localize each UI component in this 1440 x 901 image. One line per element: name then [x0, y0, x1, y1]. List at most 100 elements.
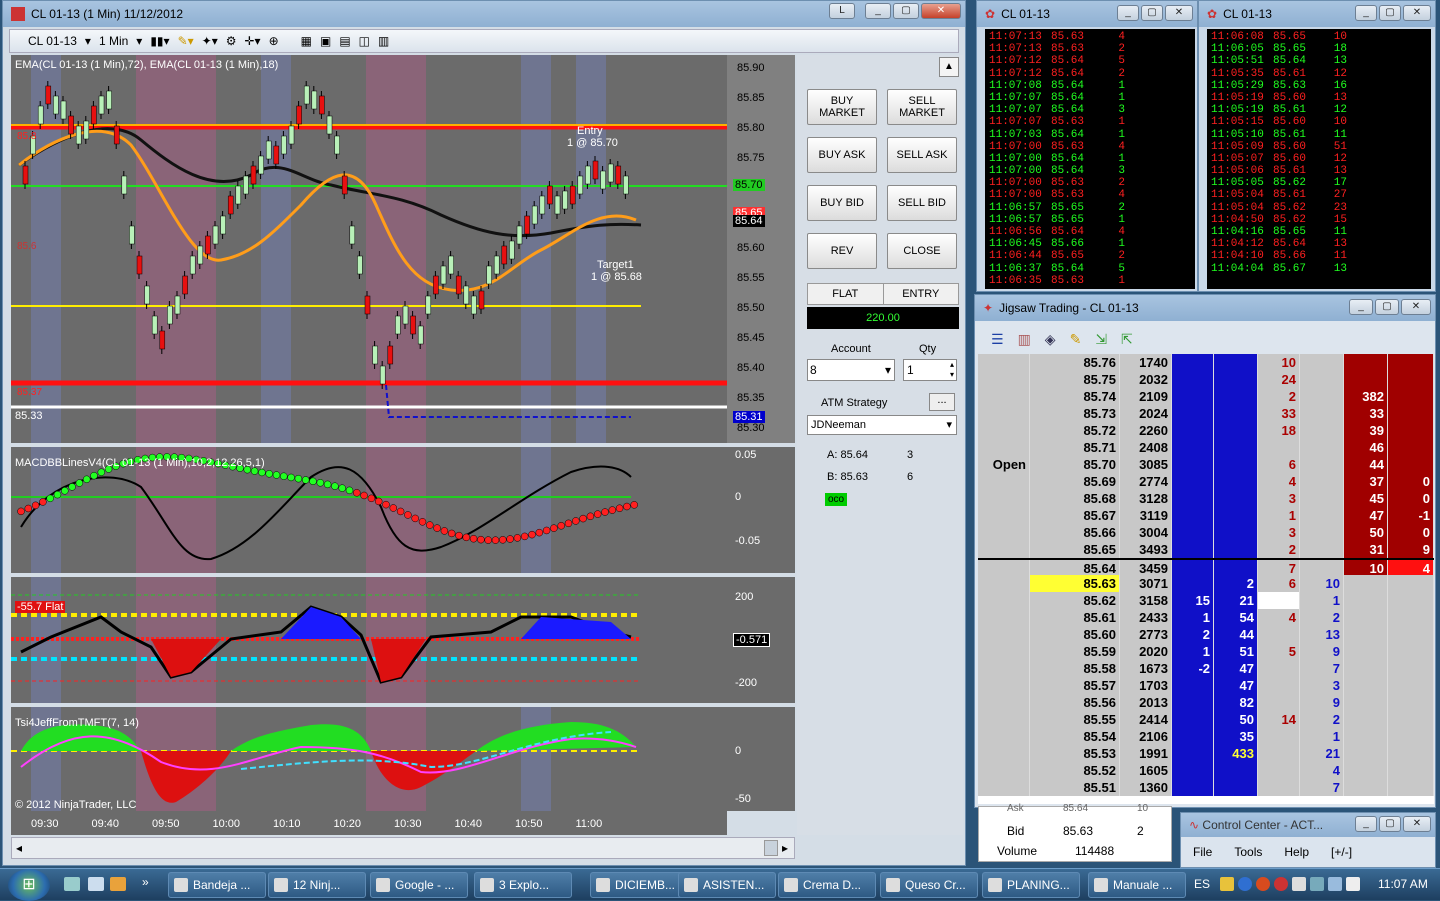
ladder-sells[interactable]: 4: [1258, 473, 1300, 490]
ladder-row[interactable]: 85.73 2024 33 33: [978, 405, 1434, 422]
horizontal-scrollbar[interactable]: ◂ ▸: [11, 837, 795, 859]
qty-stepper[interactable]: 1 ▴ ▾: [903, 359, 957, 381]
jigsaw-close[interactable]: ✕: [1401, 299, 1431, 315]
ladder-sells[interactable]: 4: [1258, 609, 1300, 626]
ladder-price[interactable]: 85.71: [1030, 439, 1120, 456]
ladder-bid-delta[interactable]: [1172, 388, 1214, 405]
taskbar-item[interactable]: Crema D...: [778, 872, 876, 898]
bar-type-icon[interactable]: ▮▮▾: [150, 34, 169, 48]
columns-icon[interactable]: ▥: [1018, 331, 1031, 348]
tray-icon-3[interactable]: [1256, 877, 1270, 891]
interval-dropdown-icon[interactable]: ▾: [136, 34, 142, 48]
ladder-price[interactable]: 85.58: [1030, 660, 1120, 677]
show-desktop-icon[interactable]: [64, 877, 80, 891]
clear-icon[interactable]: ✎: [1070, 331, 1082, 348]
ladder-bid[interactable]: [1214, 371, 1258, 388]
ladder-volume[interactable]: 3158: [1120, 592, 1172, 609]
ladder-ask-delta[interactable]: [1388, 371, 1434, 388]
ladder-bid-delta[interactable]: [1172, 490, 1214, 507]
ladder-price[interactable]: 85.75: [1030, 371, 1120, 388]
ladder-bid-delta[interactable]: [1172, 405, 1214, 422]
ladder-row[interactable]: 85.55 2414 50 14 2: [978, 711, 1434, 728]
ladder-ask-delta[interactable]: [1388, 626, 1434, 643]
ladder-ask[interactable]: [1344, 371, 1388, 388]
ladder-sells[interactable]: [1258, 745, 1300, 762]
ladder-price[interactable]: 85.62: [1030, 592, 1120, 609]
taskbar-item[interactable]: 12 Ninj...: [268, 872, 366, 898]
ladder-volume[interactable]: 1703: [1120, 677, 1172, 694]
ladder-ask-delta[interactable]: -1: [1388, 507, 1434, 524]
ladder-bid-delta[interactable]: [1172, 575, 1214, 592]
ladder-bid[interactable]: [1214, 405, 1258, 422]
ladder-bid[interactable]: 82: [1214, 694, 1258, 711]
ladder-ask-delta[interactable]: [1388, 660, 1434, 677]
ladder-row[interactable]: 85.56 2013 82 9: [978, 694, 1434, 711]
ladder-ask[interactable]: [1344, 609, 1388, 626]
taskbar-item[interactable]: Google - ...: [370, 872, 468, 898]
ladder-bid-delta[interactable]: [1172, 473, 1214, 490]
dom-ladder[interactable]: 85.76 1740 10 85.75 2032 24 85.74 2109 2 382 85.73…: [978, 354, 1434, 804]
taskbar-item[interactable]: Bandeja ...: [168, 872, 266, 898]
ladder-label[interactable]: [978, 473, 1030, 490]
sell-ask-button[interactable]: SELL ASK: [887, 137, 957, 173]
ladder-sells[interactable]: 3: [1258, 524, 1300, 541]
ladder-bid[interactable]: [1214, 422, 1258, 439]
tns-left-minimize[interactable]: _: [1117, 5, 1139, 21]
snapshot-icon[interactable]: ◫: [359, 34, 370, 48]
ladder-bid-delta[interactable]: [1172, 422, 1214, 439]
ladder-volume[interactable]: 2020: [1120, 643, 1172, 660]
ladder-volume[interactable]: 2013: [1120, 694, 1172, 711]
ladder-bid[interactable]: [1214, 762, 1258, 779]
ladder-label[interactable]: [978, 592, 1030, 609]
ladder-label[interactable]: [978, 354, 1030, 371]
ladder-row[interactable]: 85.68 3128 3 45 0: [978, 490, 1434, 507]
ladder-sells[interactable]: [1258, 762, 1300, 779]
ladder-ask[interactable]: 46: [1344, 439, 1388, 456]
ladder-volume[interactable]: 2774: [1120, 473, 1172, 490]
indicator-icon[interactable]: ✦▾: [202, 34, 218, 48]
account-dropdown-icon[interactable]: ▾: [885, 360, 891, 380]
ladder-label[interactable]: [978, 524, 1030, 541]
centre-icon[interactable]: ☰: [991, 331, 1004, 348]
scroll-right-icon[interactable]: ▸: [782, 841, 788, 855]
scroll-thumb[interactable]: [764, 840, 778, 856]
atm-select[interactable]: JDNeeman ▾: [807, 415, 957, 435]
ladder-volume[interactable]: 2032: [1120, 371, 1172, 388]
ladder-label[interactable]: [978, 779, 1030, 796]
sell-market-button[interactable]: SELL MARKET: [887, 89, 957, 125]
ladder-label[interactable]: [978, 711, 1030, 728]
ladder-ask[interactable]: [1344, 354, 1388, 371]
ladder-ask-delta[interactable]: [1388, 422, 1434, 439]
close-position-button[interactable]: CLOSE: [887, 233, 957, 269]
jigsaw-maximize[interactable]: ▢: [1375, 299, 1399, 315]
ladder-price[interactable]: 85.72: [1030, 422, 1120, 439]
ladder-ask-delta[interactable]: 0: [1388, 524, 1434, 541]
outlook-quick-icon[interactable]: [110, 877, 126, 891]
ladder-row[interactable]: 85.67 3119 1 47 -1: [978, 507, 1434, 524]
ladder-sells[interactable]: 1: [1258, 507, 1300, 524]
qty-spin-icon[interactable]: ▴ ▾: [950, 360, 954, 380]
tns-right-minimize[interactable]: _: [1355, 5, 1377, 21]
ladder-sells[interactable]: 6: [1258, 456, 1300, 473]
taskbar-item[interactable]: 3 Explo...: [474, 872, 572, 898]
ladder-price[interactable]: 85.68: [1030, 490, 1120, 507]
ladder-sells[interactable]: [1258, 779, 1300, 796]
ladder-buys[interactable]: [1300, 371, 1344, 388]
macd-panel[interactable]: MACDBBLinesV4(CL 01-13 (1 Min),10,2,12,2…: [11, 447, 727, 573]
ladder-price[interactable]: 85.70: [1030, 456, 1120, 473]
ladder-bid[interactable]: 2: [1214, 575, 1258, 592]
tns-left-list[interactable]: 11:07:13 85.63 4 11:07:13 85.63 2 11:07:12 85.6…: [985, 29, 1195, 289]
ladder-bid-delta[interactable]: [1172, 711, 1214, 728]
rev-button[interactable]: REV: [807, 233, 877, 269]
ladder-buys[interactable]: [1300, 541, 1344, 558]
ladder-ask-delta[interactable]: [1388, 762, 1434, 779]
ladder-buys[interactable]: [1300, 439, 1344, 456]
ladder-ask-delta[interactable]: 9: [1388, 541, 1434, 558]
chart-properties-icon[interactable]: ▤: [339, 34, 350, 48]
ladder-volume[interactable]: 1605: [1120, 762, 1172, 779]
tsi-panel[interactable]: Tsi4JeffFromTMFT(7, 14) © 2012 NinjaTrad…: [11, 707, 727, 811]
ladder-bid[interactable]: 433: [1214, 745, 1258, 762]
ladder-label[interactable]: [978, 507, 1030, 524]
ladder-buys[interactable]: 2: [1300, 711, 1344, 728]
ladder-price[interactable]: 85.69: [1030, 473, 1120, 490]
